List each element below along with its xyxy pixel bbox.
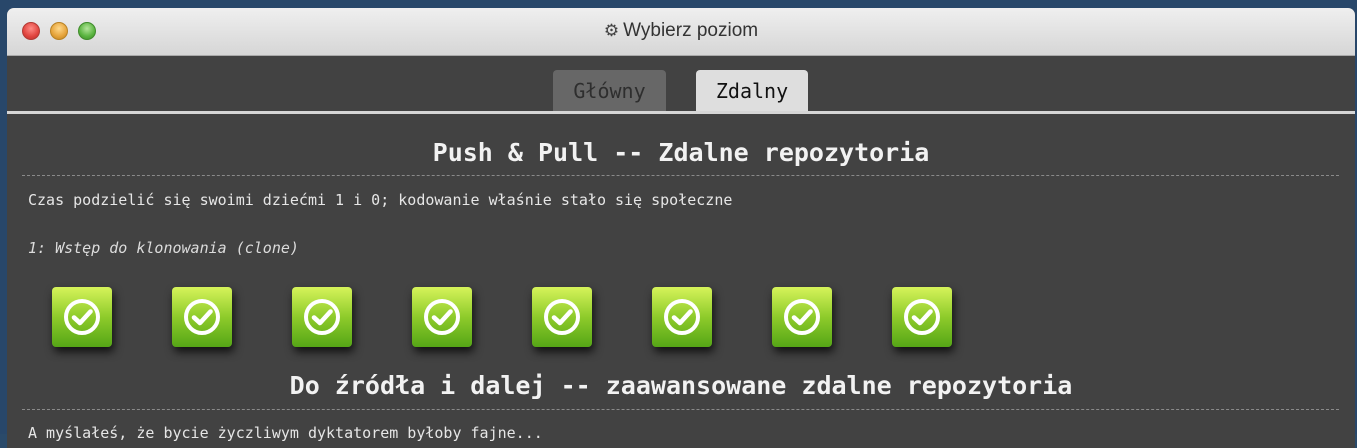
- section-description: A myślałeś, że bycie życzliwym dyktatore…: [28, 424, 543, 442]
- check-icon: [904, 299, 940, 335]
- section-title-advanced-remote: Do źródła i dalej -- zaawansowane zdalne…: [289, 371, 1073, 400]
- level-button[interactable]: [772, 287, 832, 347]
- tab-divider: [7, 111, 1355, 114]
- window-title: ⚙ Wybierz poziom: [7, 20, 1355, 42]
- tab-main[interactable]: Główny: [553, 70, 666, 112]
- check-icon: [664, 299, 700, 335]
- level-button[interactable]: [412, 287, 472, 347]
- tab-bar: Główny Zdalny: [7, 70, 1355, 112]
- window-title-text: Wybierz poziom: [623, 20, 759, 41]
- level-select-window: ⚙ Wybierz poziom Główny Zdalny Push & Pul…: [7, 8, 1355, 448]
- section-divider: [22, 409, 1339, 410]
- level-button[interactable]: [292, 287, 352, 347]
- gear-icon: ⚙: [603, 21, 620, 40]
- section-title-push-pull: Push & Pull -- Zdalne repozytoria: [432, 138, 930, 167]
- section-description: Czas podzielić się swoimi dziećmi 1 i 0;…: [28, 191, 733, 209]
- check-icon: [64, 299, 100, 335]
- check-icon: [544, 299, 580, 335]
- check-icon: [304, 299, 340, 335]
- check-icon: [784, 299, 820, 335]
- section-divider: [22, 175, 1339, 176]
- level-button[interactable]: [532, 287, 592, 347]
- level-button[interactable]: [52, 287, 112, 347]
- level-button[interactable]: [652, 287, 712, 347]
- check-icon: [424, 299, 460, 335]
- tab-remote[interactable]: Zdalny: [696, 70, 808, 112]
- level-button[interactable]: [892, 287, 952, 347]
- sequence-name: 1: Wstęp do klonowania (clone): [28, 239, 299, 257]
- check-icon: [184, 299, 220, 335]
- title-bar[interactable]: ⚙ Wybierz poziom: [7, 8, 1355, 56]
- level-button[interactable]: [172, 287, 232, 347]
